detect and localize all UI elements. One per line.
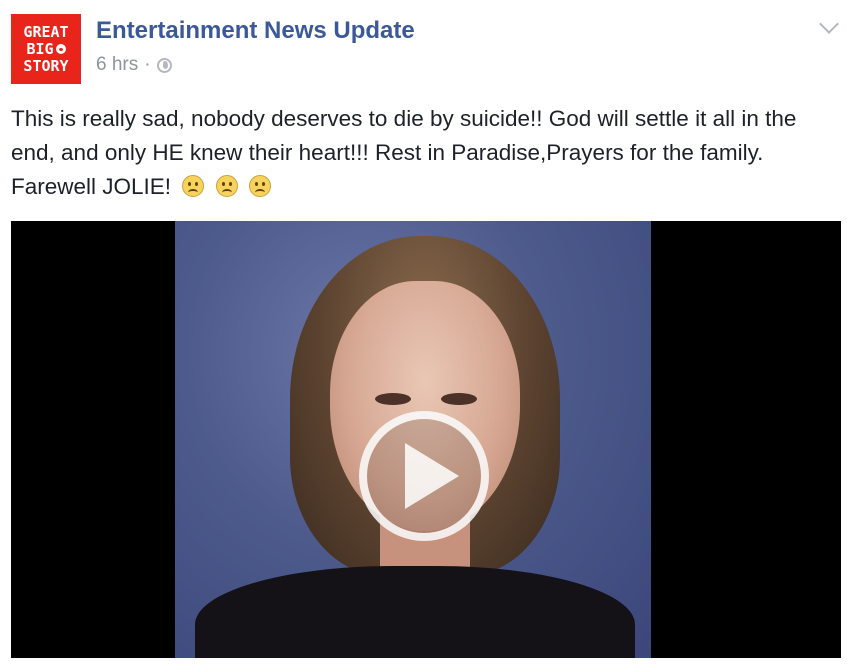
thumbnail-eye-left: [375, 393, 411, 405]
meta-separator: ·: [144, 54, 151, 75]
thumbnail-shirt: [195, 566, 635, 658]
post-timestamp[interactable]: 6 hrs: [96, 54, 138, 76]
globe-icon[interactable]: [156, 57, 172, 73]
page-avatar[interactable]: GREAT BIG STORY: [11, 14, 81, 84]
sad-face-emoji-icon: [182, 175, 205, 197]
sad-face-emoji-icon: [215, 175, 238, 197]
thumbnail-eye-right: [441, 393, 477, 405]
facebook-post: GREAT BIG STORY Entertainment News Updat…: [0, 0, 847, 665]
play-triangle: [405, 443, 459, 509]
logo-dot-icon: [55, 44, 66, 54]
post-message: This is really sad, nobody deserves to d…: [11, 102, 837, 204]
avatar-line-2: BIG: [26, 39, 54, 58]
page-name-link[interactable]: Entertainment News Update: [96, 17, 415, 45]
video-player[interactable]: [11, 221, 841, 658]
post-text: This is really sad, nobody deserves to d…: [11, 106, 797, 199]
play-button-icon[interactable]: [359, 411, 489, 541]
post-meta: 6 hrs ·: [96, 54, 172, 76]
chevron-down-icon[interactable]: [819, 14, 839, 34]
avatar-line-3: STORY: [23, 56, 69, 75]
avatar-line-1: GREAT: [23, 22, 69, 41]
sad-face-emoji-icon: [248, 175, 271, 197]
